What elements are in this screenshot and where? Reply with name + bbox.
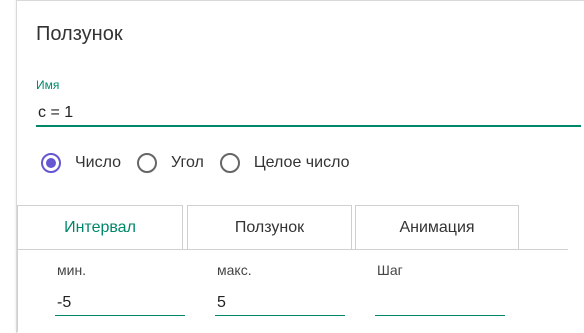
radio-angle-label: Угол bbox=[171, 154, 204, 171]
radio-integer-label: Целое число bbox=[253, 154, 350, 171]
radio-angle[interactable]: Угол bbox=[137, 153, 204, 173]
max-label: макс. bbox=[217, 262, 252, 278]
min-label: мин. bbox=[57, 262, 87, 278]
tab-bar: Интервал Ползунок Анимация bbox=[17, 205, 568, 250]
name-field-label: Имя bbox=[36, 78, 60, 92]
step-label: Шаг bbox=[377, 262, 403, 278]
tab-animation[interactable]: Анимация bbox=[355, 205, 519, 250]
radio-checked-icon[interactable] bbox=[41, 153, 61, 173]
dialog-title: Ползунок bbox=[36, 23, 123, 45]
min-input[interactable] bbox=[55, 290, 185, 316]
type-radio-group: Число Угол Целое число bbox=[41, 149, 349, 177]
radio-number-label: Число bbox=[75, 154, 122, 171]
radio-integer[interactable]: Целое число bbox=[219, 153, 350, 173]
radio-number[interactable]: Число bbox=[41, 153, 121, 173]
name-field-input[interactable] bbox=[36, 101, 581, 127]
tab-interval[interactable]: Интервал bbox=[17, 205, 183, 250]
radio-unchecked-icon[interactable] bbox=[219, 153, 240, 173]
radio-unchecked-icon[interactable] bbox=[137, 153, 158, 173]
tab-slider[interactable]: Ползунок bbox=[187, 205, 352, 250]
step-input[interactable] bbox=[375, 290, 505, 316]
max-input[interactable] bbox=[215, 290, 345, 316]
